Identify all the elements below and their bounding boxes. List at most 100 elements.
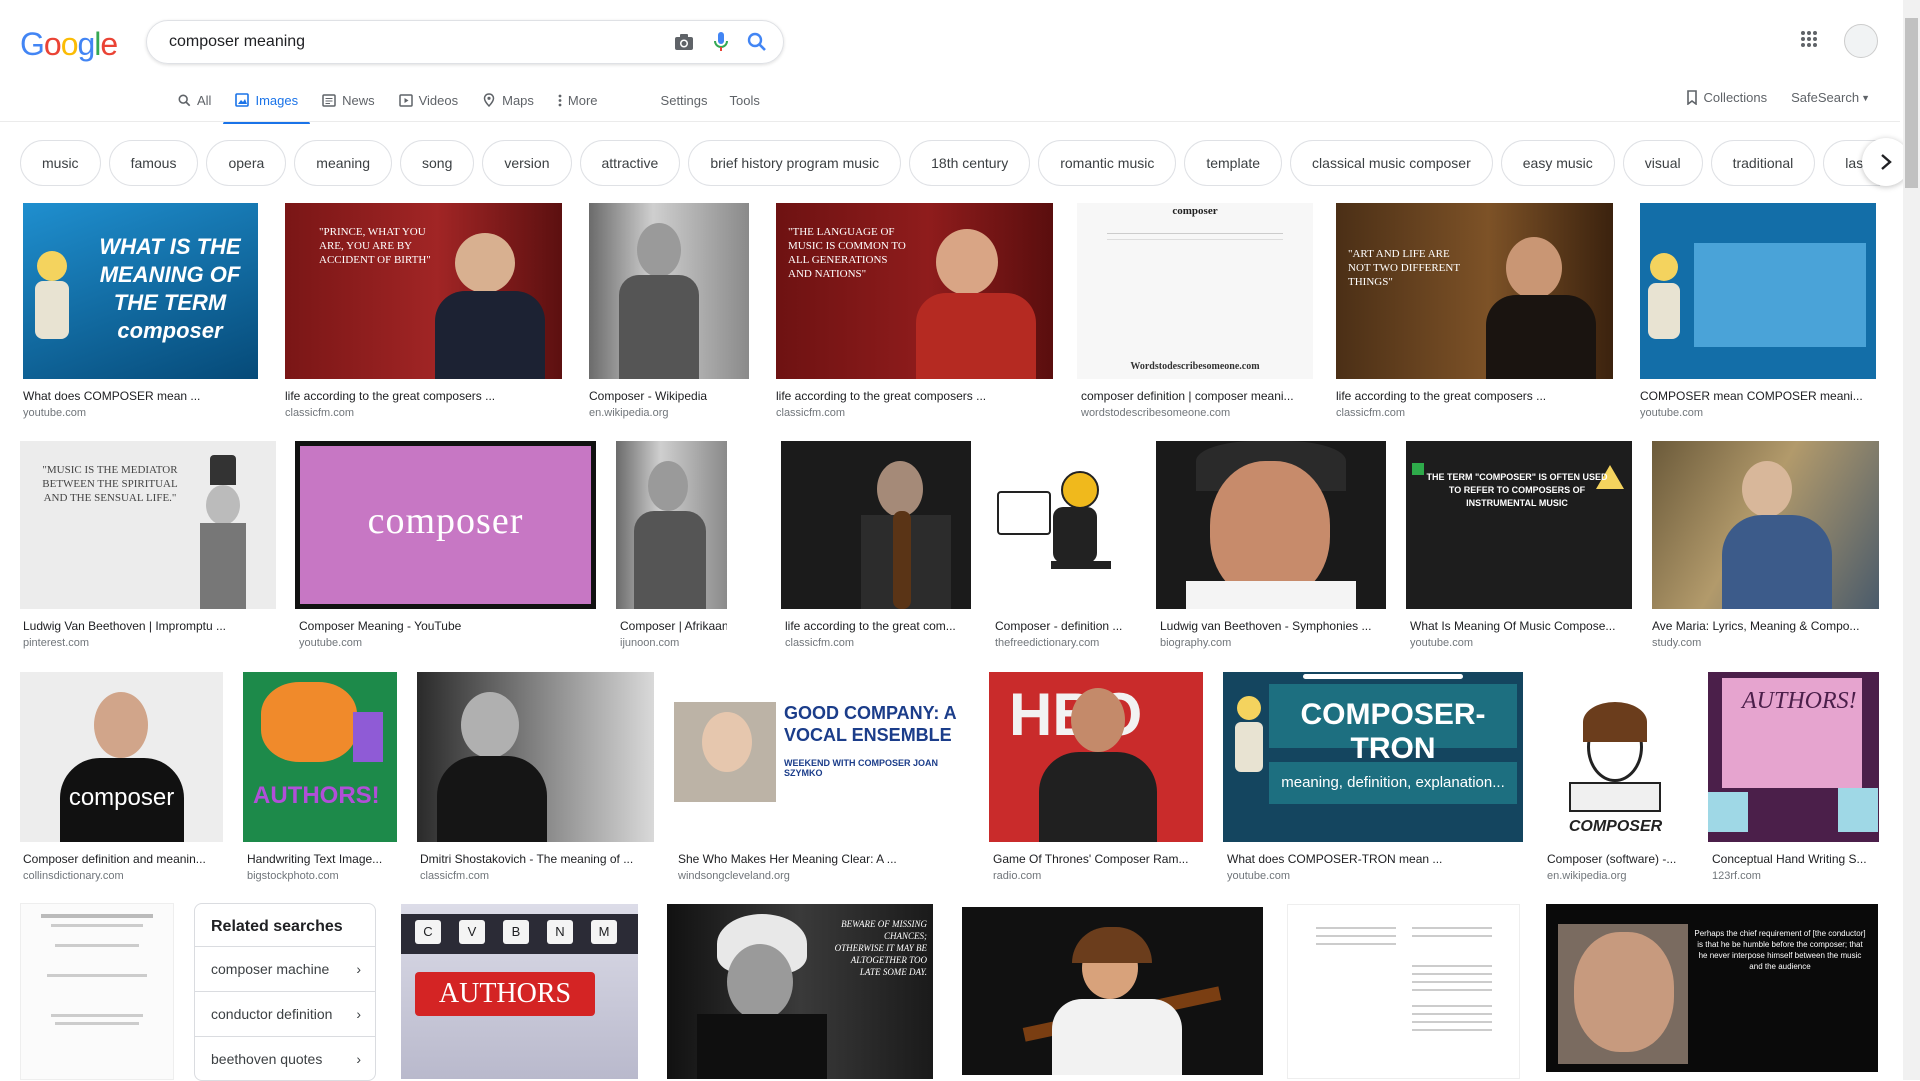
search-icon[interactable] [747, 32, 767, 52]
result-title[interactable]: Composer - Wikipedia [589, 389, 749, 403]
chip[interactable]: visual [1622, 140, 1703, 186]
result-image[interactable]: C V B N M AUTHORS [401, 904, 638, 1079]
result-source[interactable]: pinterest.com [23, 637, 89, 649]
chip[interactable]: classical music composer [1290, 140, 1493, 186]
result-title[interactable]: Composer Meaning - YouTube [299, 619, 596, 633]
result-title[interactable]: Composer definition and meanin... [23, 852, 223, 866]
result-image[interactable]: AUTHORS! [243, 672, 397, 842]
result-title[interactable]: What Is Meaning Of Music Compose... [1410, 619, 1632, 633]
result-source[interactable]: bigstockphoto.com [247, 870, 339, 882]
result-title[interactable]: life according to the great composers ..… [776, 389, 1053, 403]
chip[interactable]: 18th century [909, 140, 1031, 186]
chip[interactable]: easy music [1500, 140, 1615, 186]
chip[interactable]: traditional [1710, 140, 1816, 186]
result-source[interactable]: biography.com [1160, 637, 1231, 649]
result-title[interactable]: Composer | Afrikaans ... [620, 619, 727, 633]
result-image[interactable]: composer [295, 441, 596, 609]
result-source[interactable]: wordstodescribesomeone.com [1081, 407, 1230, 419]
result-image[interactable]: "THE LANGUAGE OF MUSIC IS COMMON TO ALL … [776, 203, 1053, 379]
related-item[interactable]: beethoven quotes › [195, 1036, 375, 1081]
search-box[interactable] [146, 20, 784, 64]
related-item[interactable]: composer machine › [195, 946, 375, 991]
result-source[interactable]: collinsdictionary.com [23, 870, 124, 882]
result-image[interactable]: "PRINCE, WHAT YOU ARE, YOU ARE BY ACCIDE… [285, 203, 562, 379]
result-image[interactable]: "ART AND LIFE ARE NOT TWO DIFFERENT THIN… [1336, 203, 1613, 379]
result-title[interactable]: Game Of Thrones' Composer Ram... [993, 852, 1203, 866]
result-title[interactable]: Ave Maria: Lyrics, Meaning & Compo... [1652, 619, 1879, 633]
result-source[interactable]: classicfm.com [785, 637, 854, 649]
result-title[interactable]: What does COMPOSER mean ... [23, 389, 258, 403]
account-avatar[interactable] [1844, 24, 1878, 58]
camera-icon[interactable] [673, 32, 695, 52]
result-source[interactable]: youtube.com [1410, 637, 1473, 649]
chip[interactable]: meaning [294, 140, 392, 186]
result-image[interactable] [1640, 203, 1876, 379]
settings-link[interactable]: Settings [650, 90, 719, 110]
result-image[interactable] [589, 203, 749, 379]
result-image[interactable]: Perhaps the chief requirement of [the co… [1546, 904, 1878, 1072]
result-source[interactable]: youtube.com [299, 637, 362, 649]
result-image[interactable] [1287, 904, 1520, 1079]
result-image[interactable]: HBO [989, 672, 1203, 842]
related-item[interactable]: conductor definition › [195, 991, 375, 1036]
chip[interactable]: brief history program music [688, 140, 902, 186]
tab-news[interactable]: News [310, 90, 387, 122]
result-source[interactable]: classicfm.com [285, 407, 354, 419]
result-source[interactable]: youtube.com [23, 407, 86, 419]
result-source[interactable]: en.wikipedia.org [1547, 870, 1627, 882]
result-source[interactable]: ijunoon.com [620, 637, 679, 649]
chip[interactable]: famous [108, 140, 199, 186]
tab-images[interactable]: Images [223, 90, 310, 124]
result-source[interactable]: en.wikipedia.org [589, 407, 669, 419]
result-image[interactable] [616, 441, 727, 609]
result-title[interactable]: She Who Makes Her Meaning Clear: A ... [678, 852, 969, 866]
result-title[interactable]: Handwriting Text Image... [247, 852, 397, 866]
result-title[interactable]: composer definition | composer meani... [1081, 389, 1311, 403]
tab-videos[interactable]: Videos [387, 90, 471, 122]
page-scrollbar[interactable] [1903, 0, 1920, 1080]
result-image[interactable]: WHAT IS THE MEANING OF THE TERM composer [23, 203, 258, 379]
result-image[interactable] [1156, 441, 1386, 609]
result-title[interactable]: Dmitri Shostakovich - The meaning of ... [420, 852, 654, 866]
result-image[interactable] [991, 441, 1136, 609]
result-title[interactable]: life according to the great com... [785, 619, 971, 633]
collections-button[interactable]: Collections [1686, 90, 1767, 105]
chip[interactable]: song [400, 140, 475, 186]
result-source[interactable]: youtube.com [1640, 407, 1703, 419]
result-image[interactable]: composer Wordstodescribesomeone.com [1077, 203, 1313, 379]
result-image[interactable]: GOOD COMPANY: A VOCAL ENSEMBLE WEEKEND W… [674, 672, 969, 842]
result-source[interactable]: thefreedictionary.com [995, 637, 1099, 649]
result-image[interactable]: composer [20, 672, 223, 842]
result-source[interactable]: youtube.com [1227, 870, 1290, 882]
result-source[interactable]: windsongcleveland.org [678, 870, 790, 882]
chip[interactable]: romantic music [1038, 140, 1177, 186]
result-title[interactable]: Conceptual Hand Writing S... [1712, 852, 1879, 866]
result-image[interactable] [962, 907, 1263, 1075]
result-title[interactable]: Composer (software) -... [1547, 852, 1688, 866]
result-image[interactable] [417, 672, 654, 842]
result-title[interactable]: life according to the great composers ..… [1336, 389, 1613, 403]
result-source[interactable]: study.com [1652, 637, 1701, 649]
apps-grid-icon[interactable] [1800, 30, 1818, 53]
tools-link[interactable]: Tools [719, 90, 771, 110]
chip[interactable]: version [482, 140, 572, 186]
result-image[interactable]: "MUSIC IS THE MEDIATOR BETWEEN THE SPIRI… [20, 441, 276, 609]
result-image[interactable]: COMPOSER-TRON meaning, definition, expla… [1223, 672, 1523, 842]
result-title[interactable]: What does COMPOSER-TRON mean ... [1227, 852, 1523, 866]
result-image[interactable] [1652, 441, 1879, 609]
result-source[interactable]: radio.com [993, 870, 1041, 882]
result-image[interactable]: THE TERM "COMPOSER" IS OFTEN USED TO REF… [1406, 441, 1632, 609]
chip[interactable]: opera [206, 140, 287, 186]
chip[interactable]: music [20, 140, 101, 186]
result-title[interactable]: COMPOSER mean COMPOSER meani... [1640, 389, 1876, 403]
result-image[interactable] [20, 903, 174, 1080]
result-title[interactable]: Ludwig van Beethoven - Symphonies ... [1160, 619, 1386, 633]
tab-more[interactable]: More [546, 90, 610, 122]
tab-maps[interactable]: Maps [470, 90, 546, 122]
safesearch-button[interactable]: SafeSearch ▼ [1791, 90, 1870, 105]
scrollbar-thumb[interactable] [1905, 18, 1918, 188]
search-input[interactable] [167, 32, 641, 52]
google-logo[interactable]: Google [20, 26, 118, 63]
result-image[interactable] [781, 441, 971, 609]
tab-all[interactable]: All [166, 90, 223, 122]
